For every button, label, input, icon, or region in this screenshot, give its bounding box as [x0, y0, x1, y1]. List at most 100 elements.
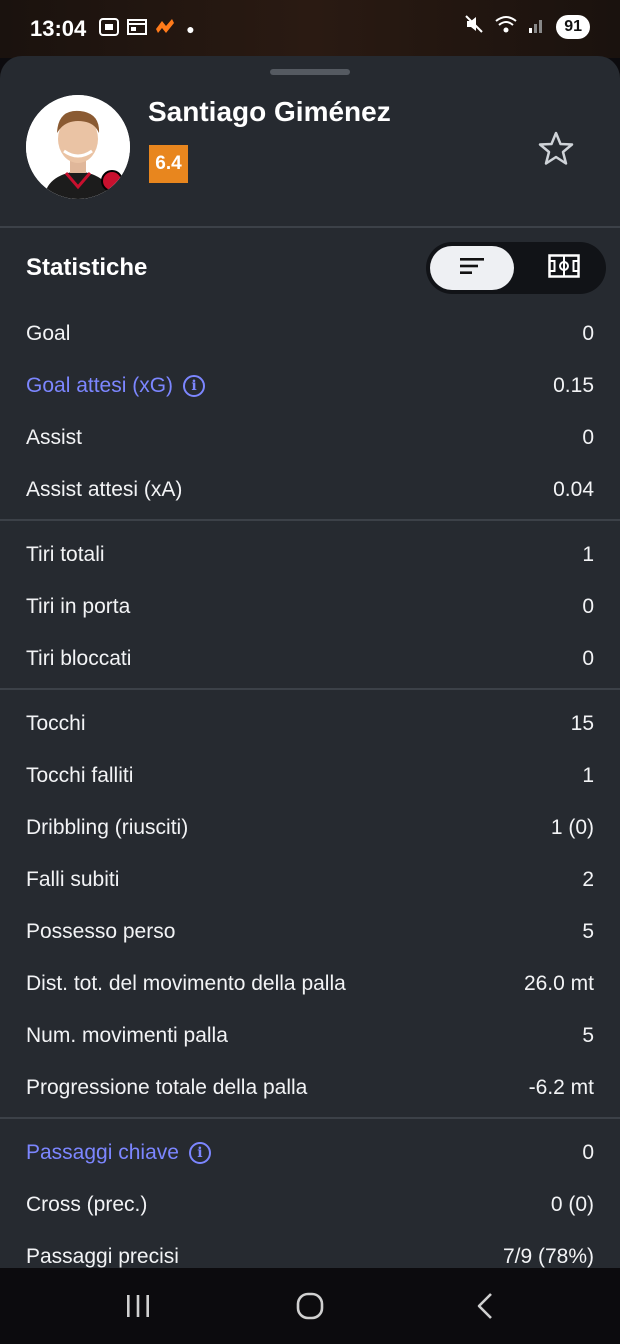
- stat-value: 26.0 mt: [523, 972, 594, 995]
- stat-label[interactable]: Passaggi chiave i: [26, 1141, 211, 1165]
- system-nav-bar: [0, 1268, 620, 1344]
- stat-label: Falli subiti: [26, 868, 119, 892]
- section-divider: [0, 519, 620, 521]
- stat-label: Cross (prec.): [26, 1193, 147, 1217]
- stat-label: Assist: [26, 426, 82, 450]
- stat-label-text: Passaggi precisi: [26, 1245, 179, 1268]
- stat-row: Tiri bloccati 0: [0, 633, 620, 685]
- list-icon: [459, 256, 485, 281]
- stat-label: Passaggi precisi: [26, 1245, 179, 1268]
- stat-label: Tocchi falliti: [26, 764, 133, 788]
- stat-value: 5: [582, 920, 594, 943]
- stat-row[interactable]: Goal attesi (xG) i 0.15: [0, 360, 620, 412]
- wifi-icon: [494, 14, 518, 39]
- stat-label-text: Num. movimenti palla: [26, 1024, 228, 1047]
- stat-label-text: Goal: [26, 322, 71, 345]
- stat-label[interactable]: Goal attesi (xG) i: [26, 374, 206, 398]
- stat-label: Tiri totali: [26, 543, 105, 567]
- calendar-icon: [126, 17, 148, 42]
- stat-row: Assist 0: [0, 412, 620, 464]
- stat-row[interactable]: Passaggi chiave i 0: [0, 1127, 620, 1179]
- back-icon[interactable]: [465, 1288, 505, 1324]
- stat-label: Dist. tot. del movimento della palla: [26, 972, 346, 996]
- stat-row: Passaggi precisi 7/9 (78%): [0, 1231, 620, 1268]
- stat-value: 0: [582, 322, 594, 345]
- stat-row: Falli subiti 2: [0, 854, 620, 906]
- mute-icon: [464, 14, 484, 39]
- stat-row: Tocchi 15: [0, 698, 620, 750]
- stat-value: -6.2 mt: [528, 1076, 594, 1099]
- stat-label: Goal: [26, 322, 70, 346]
- stat-label-text: Tiri bloccati: [26, 647, 132, 670]
- section-divider: [0, 1117, 620, 1119]
- stat-row: Tocchi falliti 1: [0, 750, 620, 802]
- section-divider: [0, 688, 620, 690]
- player-name: Santiago Giménez: [148, 96, 391, 127]
- stat-label-text: Goal attesi (xG): [26, 374, 174, 397]
- star-outline-icon[interactable]: [536, 129, 576, 169]
- stat-value: 7/9 (78%): [502, 1245, 594, 1268]
- stat-value: 0: [582, 1141, 594, 1164]
- stat-label-text: Tocchi: [26, 712, 86, 735]
- stat-label: Tiri bloccati: [26, 647, 131, 671]
- header-divider: [0, 226, 620, 228]
- stat-label: Tocchi: [26, 712, 86, 736]
- pitch-icon: [548, 253, 580, 283]
- signal-icon: [528, 14, 546, 39]
- stat-label-text: Tiri in porta: [26, 595, 131, 618]
- stat-label: Progressione totale della palla: [26, 1076, 307, 1100]
- stat-row: Num. movimenti palla 5: [0, 1010, 620, 1062]
- stat-value: 0 (0): [550, 1193, 594, 1216]
- stat-label-text: Assist attesi (xA): [26, 478, 183, 501]
- info-icon[interactable]: i: [183, 375, 206, 397]
- stat-value: 0: [582, 595, 594, 618]
- info-icon[interactable]: i: [188, 1142, 211, 1164]
- stat-row: Tiri in porta 0: [0, 581, 620, 633]
- stat-label: Dribbling (riusciti): [26, 816, 188, 840]
- app-icon: [154, 17, 176, 42]
- status-time: 13:04: [30, 16, 87, 41]
- recent-apps-icon[interactable]: [118, 1288, 158, 1324]
- stat-row: Cross (prec.) 0 (0): [0, 1179, 620, 1231]
- stat-row: Tiri totali 1: [0, 529, 620, 581]
- stat-label-text: Dist. tot. del movimento della palla: [26, 972, 346, 995]
- player-header: Santiago Giménez 6.4: [0, 56, 620, 227]
- stat-label-text: Assist: [26, 426, 83, 449]
- list-view-button[interactable]: [430, 246, 514, 290]
- stat-row: Goal 0: [0, 308, 620, 360]
- stat-label-text: Possesso perso: [26, 920, 176, 943]
- player-rating-badge: 6.4: [149, 145, 188, 183]
- stat-value: 0.15: [553, 374, 594, 397]
- stat-value: 1: [582, 764, 594, 787]
- statistics-title: Statistiche: [26, 254, 148, 281]
- stat-label-text: Passaggi chiave: [26, 1141, 179, 1164]
- stat-value: 1: [582, 543, 594, 566]
- player-avatar: [26, 95, 130, 199]
- stat-label: Num. movimenti palla: [26, 1024, 228, 1048]
- stat-label-text: Tocchi falliti: [26, 764, 134, 787]
- stat-label: Tiri in porta: [26, 595, 130, 619]
- stat-value: 2: [582, 868, 594, 891]
- stat-row: Assist attesi (xA) 0.04: [0, 464, 620, 516]
- battery-indicator: 91: [556, 14, 590, 39]
- home-icon[interactable]: [290, 1288, 330, 1324]
- status-bar: 13:04 ● 91: [0, 0, 620, 58]
- stat-value: 15: [570, 712, 594, 735]
- stat-label: Possesso perso: [26, 920, 175, 944]
- stat-label-text: Tiri totali: [26, 543, 105, 566]
- pitch-view-button[interactable]: [526, 246, 602, 290]
- dot-icon: ●: [186, 21, 195, 37]
- stat-value: 0.04: [553, 478, 594, 501]
- stat-row: Possesso perso 5: [0, 906, 620, 958]
- screenshot-icon: [98, 17, 120, 42]
- stat-label-text: Cross (prec.): [26, 1193, 148, 1216]
- stat-label-text: Falli subiti: [26, 868, 120, 891]
- view-toggle: [426, 242, 606, 294]
- stat-value: 0: [582, 647, 594, 670]
- stat-label-text: Dribbling (riusciti): [26, 816, 189, 839]
- player-stats-sheet: Santiago Giménez 6.4 Statistiche Goal 0 Go…: [0, 56, 620, 1268]
- stat-value: 5: [582, 1024, 594, 1047]
- stat-row: Dribbling (riusciti) 1 (0): [0, 802, 620, 854]
- stat-value: 1 (0): [550, 816, 594, 839]
- stat-value: 0: [582, 426, 594, 449]
